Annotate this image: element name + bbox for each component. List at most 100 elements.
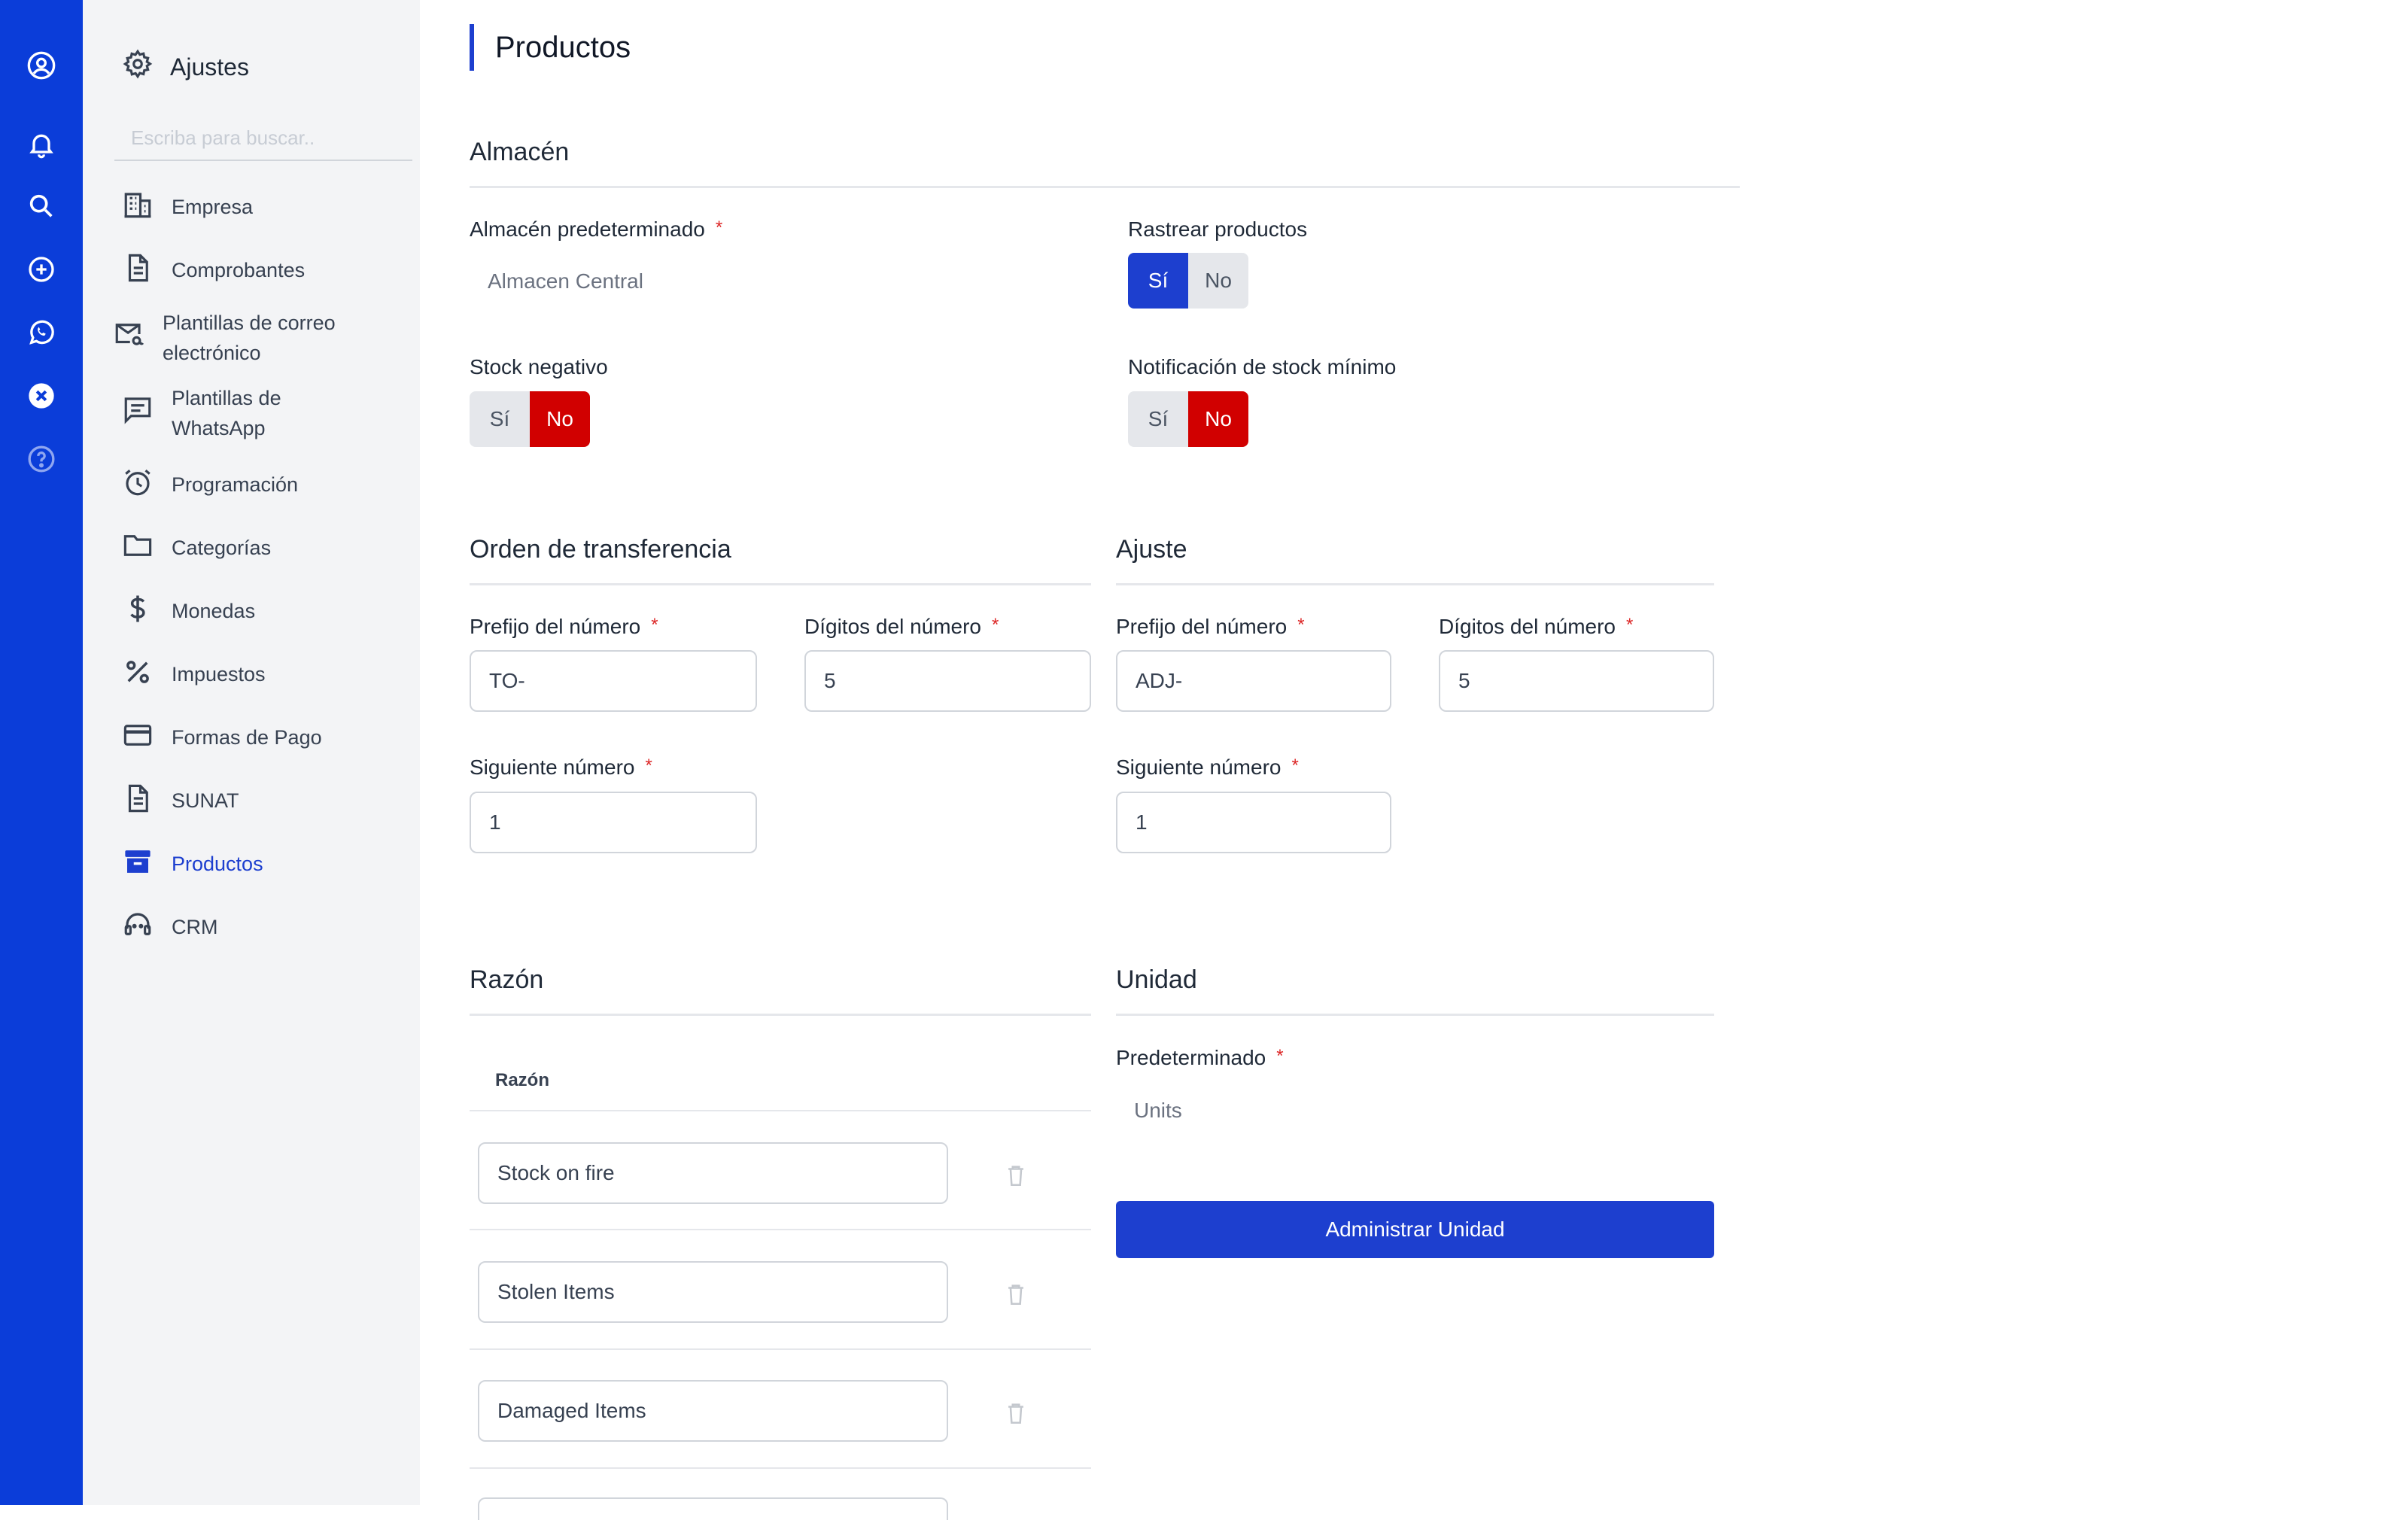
trash-icon[interactable] xyxy=(1003,1281,1029,1307)
reason-row-4-input[interactable] xyxy=(478,1497,948,1520)
reason-row-3-input[interactable] xyxy=(478,1380,948,1442)
label-line-2: electrónico xyxy=(163,342,261,364)
negative-stock-label: Stock negativo xyxy=(470,355,608,378)
sidebar-search-input[interactable] xyxy=(114,116,412,161)
user-circle-icon[interactable] xyxy=(23,47,59,84)
adjust-digits-label: Dígitos del número * xyxy=(1439,615,1633,639)
adjust-prefix-input[interactable] xyxy=(1116,650,1391,712)
unit-default-label: Predeterminado * xyxy=(1116,1046,1284,1070)
trash-icon[interactable] xyxy=(1003,1400,1029,1426)
adjust-section-title: Ajuste xyxy=(1116,535,1187,564)
sidebar-item-label: Comprobantes xyxy=(172,259,306,281)
bell-icon[interactable] xyxy=(23,126,59,163)
plus-circle-icon[interactable] xyxy=(23,251,59,287)
almacen-divider xyxy=(470,186,1740,188)
transfer-next-input[interactable] xyxy=(470,792,757,853)
sidebar-item-crm[interactable]: CRM xyxy=(122,909,218,946)
adjust-prefix-label: Prefijo del número * xyxy=(1116,615,1305,639)
help-circle-icon[interactable] xyxy=(23,441,59,477)
label-text: Dígitos del número xyxy=(804,615,982,638)
dollar-icon xyxy=(122,593,154,630)
mail-icon xyxy=(113,318,144,358)
adjust-digits-input[interactable] xyxy=(1439,650,1714,712)
transfer-divider xyxy=(470,583,1091,585)
sidebar-item-label: Productos xyxy=(172,853,263,875)
gear-icon xyxy=(122,48,154,86)
min-stock-notification-yes[interactable]: Sí xyxy=(1128,391,1188,447)
sidebar-item-monedas[interactable]: Monedas xyxy=(122,593,255,630)
track-products-no[interactable]: No xyxy=(1188,253,1248,309)
unit-divider xyxy=(1116,1014,1714,1016)
sidebar-item-comprobantes[interactable]: Comprobantes xyxy=(122,252,305,289)
credit-card-icon xyxy=(122,719,154,756)
label-text: Dígitos del número xyxy=(1439,615,1616,638)
sidebar-item-plantillas-whatsapp[interactable]: Plantillas de WhatsApp xyxy=(122,383,281,443)
sidebar-item-label: SUNAT xyxy=(172,789,239,812)
label-text: Siguiente número xyxy=(1116,755,1282,779)
label-text: Almacén predeterminado xyxy=(470,217,705,241)
sidebar-item-label: Formas de Pago xyxy=(172,726,322,749)
alarm-icon xyxy=(122,467,154,503)
reason-column-header: Razón xyxy=(495,1070,549,1090)
manage-unit-button[interactable]: Administrar Unidad xyxy=(1116,1201,1714,1258)
almacen-section-title: Almacén xyxy=(470,138,570,166)
reason-divider xyxy=(470,1014,1091,1016)
reason-row-2-input[interactable] xyxy=(478,1261,948,1323)
adjust-next-input[interactable] xyxy=(1116,792,1391,853)
min-stock-notification-no[interactable]: No xyxy=(1188,391,1248,447)
required-asterisk: * xyxy=(1297,615,1305,635)
reason-header-divider xyxy=(470,1110,1091,1111)
percent-icon xyxy=(122,656,154,693)
close-circle-icon[interactable] xyxy=(23,378,59,414)
sidebar-item-formas-de-pago[interactable]: Formas de Pago xyxy=(122,719,322,756)
sidebar-item-programacion[interactable]: Programación xyxy=(122,467,298,503)
default-warehouse-label: Almacén predeterminado * xyxy=(470,217,722,242)
reason-row-divider xyxy=(470,1348,1091,1350)
default-warehouse-value[interactable]: Almacen Central xyxy=(488,269,643,293)
transfer-prefix-input[interactable] xyxy=(470,650,757,712)
search-icon[interactable] xyxy=(23,188,59,224)
required-asterisk: * xyxy=(992,615,999,635)
trash-icon[interactable] xyxy=(1003,1163,1029,1188)
sidebar-item-label: Impuestos xyxy=(172,663,266,686)
min-stock-notification-toggle: Sí No xyxy=(1128,391,1248,447)
reason-row-1-input[interactable] xyxy=(478,1142,948,1204)
sidebar-item-plantillas-correo[interactable]: Plantillas de correo electrónico xyxy=(113,308,336,368)
track-products-toggle: Sí No xyxy=(1128,253,1248,309)
required-asterisk: * xyxy=(651,615,658,635)
negative-stock-no[interactable]: No xyxy=(530,391,590,447)
sidebar-item-productos[interactable]: Productos xyxy=(122,846,263,883)
label-text: Prefijo del número xyxy=(1116,615,1288,638)
sidebar-item-sunat[interactable]: SUNAT xyxy=(122,783,239,819)
track-products-label: Rastrear productos xyxy=(1128,217,1308,241)
unit-default-value[interactable]: Units xyxy=(1134,1099,1182,1123)
label-text: Prefijo del número xyxy=(470,615,641,638)
required-asterisk: * xyxy=(1291,755,1299,776)
sidebar-item-impuestos[interactable]: Impuestos xyxy=(122,656,266,693)
required-asterisk: * xyxy=(715,217,723,238)
required-asterisk: * xyxy=(1626,615,1634,635)
transfer-digits-label: Dígitos del número * xyxy=(804,615,999,639)
sidebar-item-label: Categorías xyxy=(172,537,272,559)
whatsapp-icon[interactable] xyxy=(23,315,59,351)
sidebar-item-label: CRM xyxy=(172,916,218,938)
track-products-yes[interactable]: Sí xyxy=(1128,253,1188,309)
sidebar-item-categorias[interactable]: Categorías xyxy=(122,530,271,567)
folder-icon xyxy=(122,530,154,567)
building-icon xyxy=(122,189,154,226)
label-text: Siguiente número xyxy=(470,755,635,779)
sidebar-title: Ajustes xyxy=(170,53,249,81)
transfer-prefix-label: Prefijo del número * xyxy=(470,615,658,639)
sidebar-item-label: Plantillas de WhatsApp xyxy=(172,383,281,443)
sidebar-item-empresa[interactable]: Empresa xyxy=(122,189,253,226)
negative-stock-yes[interactable]: Sí xyxy=(470,391,530,447)
adjust-next-label: Siguiente número * xyxy=(1116,755,1299,780)
document-icon xyxy=(122,783,154,819)
reason-section-title: Razón xyxy=(470,965,544,994)
reason-row-divider xyxy=(470,1467,1091,1469)
settings-sidebar: Ajustes Empresa Comprobantes Plantillas … xyxy=(83,0,420,1505)
app-rail xyxy=(0,0,83,1505)
archive-icon xyxy=(122,846,154,883)
transfer-digits-input[interactable] xyxy=(804,650,1091,712)
unit-section-title: Unidad xyxy=(1116,965,1197,994)
